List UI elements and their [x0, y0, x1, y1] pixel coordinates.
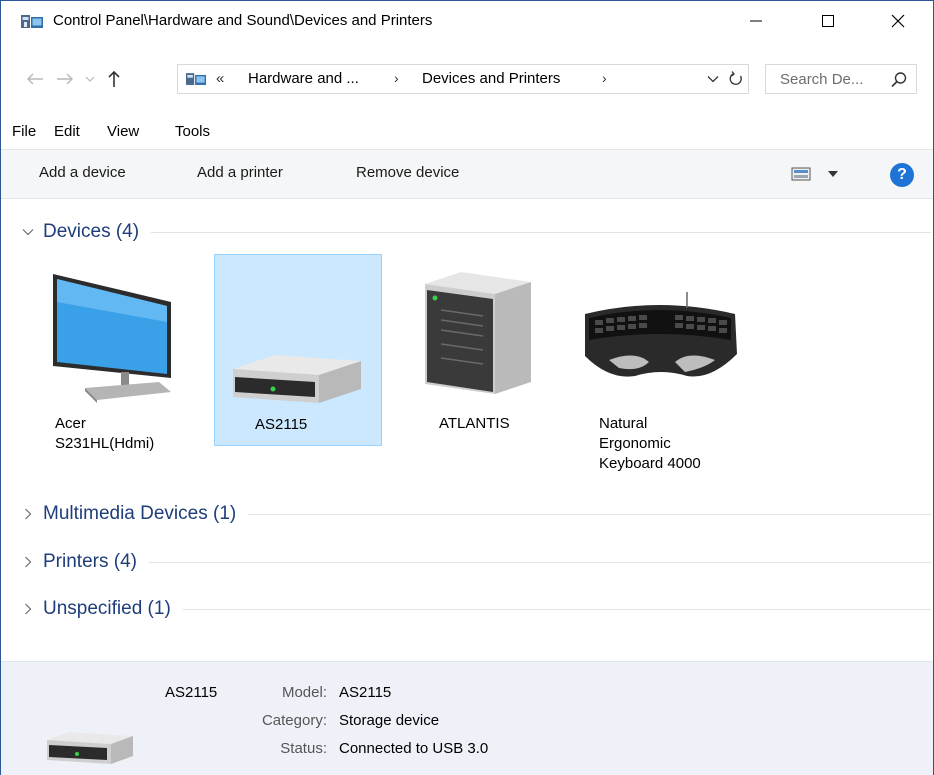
group-divider — [182, 608, 931, 610]
details-status-label: Status: — [280, 740, 327, 757]
recent-locations-button[interactable] — [83, 65, 97, 93]
chevron-down-icon — [707, 76, 719, 83]
external-drive-icon — [233, 355, 361, 403]
refresh-button[interactable] — [726, 69, 746, 89]
computer-tower-icon — [425, 272, 531, 394]
remove-device-button[interactable]: Remove device — [356, 164, 459, 181]
device-label: Natural Ergonomic Keyboard 4000 — [599, 415, 701, 472]
search-box[interactable] — [765, 64, 917, 94]
close-icon — [891, 14, 905, 28]
close-button[interactable] — [869, 1, 927, 41]
breadcrumb-separator[interactable]: › — [394, 70, 399, 86]
maximize-button[interactable] — [799, 1, 857, 41]
device-tile-as2115[interactable]: AS2115 — [214, 254, 382, 446]
device-tile-keyboard[interactable]: Natural Ergonomic Keyboard 4000 — [579, 254, 747, 472]
minimize-icon — [750, 20, 762, 22]
arrow-left-icon — [27, 73, 43, 85]
view-options-button[interactable] — [825, 166, 841, 182]
breadcrumb-separator[interactable]: › — [602, 70, 607, 86]
chevron-right-icon[interactable] — [21, 555, 35, 569]
group-printers-header[interactable]: Printers (4) — [21, 548, 931, 576]
device-tile-acer-monitor[interactable]: Acer S231HL(Hdmi) — [47, 254, 215, 452]
search-icon[interactable] — [890, 71, 908, 89]
control-panel-icon — [186, 73, 206, 85]
devices-and-printers-window: Control Panel\Hardware and Sound\Devices… — [0, 0, 934, 775]
arrow-up-icon — [108, 70, 120, 87]
address-dropdown-button[interactable] — [704, 70, 722, 88]
change-view-icon[interactable] — [791, 166, 811, 182]
overflow-breadcrumb-button[interactable]: « — [216, 70, 224, 87]
group-devices-header[interactable]: Devices (4) — [21, 218, 931, 246]
help-button[interactable]: ? — [890, 163, 914, 187]
add-device-button[interactable]: Add a device — [39, 164, 126, 181]
group-multimedia-header[interactable]: Multimedia Devices (1) — [21, 500, 931, 528]
chevron-down-icon[interactable] — [21, 225, 35, 239]
breadcrumb-devices-and-printers[interactable]: Devices and Printers — [422, 70, 560, 87]
details-model-label: Model: — [281, 684, 327, 701]
search-input[interactable] — [766, 65, 886, 93]
forward-button[interactable] — [53, 65, 77, 93]
up-button[interactable] — [103, 65, 125, 93]
device-tile-atlantis[interactable]: ATLANTIS — [397, 254, 565, 446]
chevron-right-icon[interactable] — [21, 507, 35, 521]
back-button[interactable] — [23, 65, 47, 93]
details-category-value: Storage device — [339, 712, 440, 729]
window-title: Control Panel\Hardware and Sound\Devices… — [53, 12, 433, 29]
details-status-value: Connected to USB 3.0 — [339, 740, 489, 757]
keyboard-icon — [585, 292, 737, 377]
title-bar[interactable]: Control Panel\Hardware and Sound\Devices… — [1, 1, 933, 41]
arrow-right-icon — [57, 73, 73, 85]
refresh-icon — [729, 71, 742, 85]
breadcrumb-hardware-and-sound[interactable]: Hardware and ... — [248, 70, 359, 87]
device-label: AS2115 — [255, 416, 308, 433]
device-label: Acer S231HL(Hdmi) — [55, 415, 155, 452]
external-drive-icon — [47, 732, 133, 764]
minimize-button[interactable] — [727, 1, 785, 41]
group-unspecified-header[interactable]: Unspecified (1) — [21, 595, 931, 623]
chevron-right-icon[interactable] — [21, 602, 35, 616]
monitor-icon — [53, 274, 171, 403]
group-devices-label: Devices (4) — [43, 221, 140, 242]
group-multimedia-label: Multimedia Devices (1) — [43, 503, 237, 524]
menu-file[interactable]: File — [12, 123, 36, 140]
group-divider — [248, 513, 931, 515]
details-category-label: Category: — [261, 712, 327, 729]
group-printers-label: Printers (4) — [43, 551, 137, 572]
address-bar[interactable]: « Hardware and ... › Devices and Printer… — [177, 64, 749, 94]
menu-view[interactable]: View — [107, 123, 139, 140]
menu-tools[interactable]: Tools — [175, 123, 210, 140]
menu-edit[interactable]: Edit — [54, 123, 80, 140]
add-printer-button[interactable]: Add a printer — [197, 164, 283, 181]
caret-down-icon — [828, 171, 838, 177]
navigation-bar: « Hardware and ... › Devices and Printer… — [1, 63, 933, 95]
details-model-value: AS2115 — [339, 684, 392, 701]
devices-content-area: Devices (4) Acer S231HL(Hdmi) AS2115 ATL… — [1, 200, 933, 636]
command-bar: Add a device Add a printer Remove device… — [1, 149, 933, 199]
device-label: ATLANTIS — [439, 415, 510, 432]
details-pane: AS2115 Model: AS2115 Category: Storage d… — [1, 661, 933, 775]
group-unspecified-label: Unspecified (1) — [43, 598, 171, 619]
group-divider — [151, 231, 931, 233]
control-panel-icon — [21, 15, 43, 28]
group-divider — [148, 561, 931, 563]
maximize-icon — [822, 15, 834, 27]
chevron-down-icon — [85, 76, 95, 82]
